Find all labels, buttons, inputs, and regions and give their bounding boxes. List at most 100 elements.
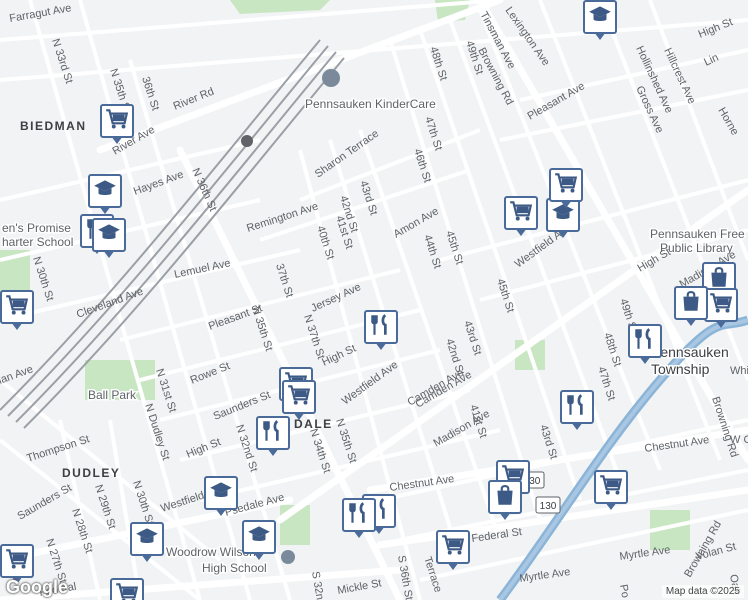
marker-pointer	[99, 206, 111, 214]
restaurant-icon	[368, 312, 394, 343]
map-marker-shopping-bag[interactable]	[674, 286, 712, 328]
svg-text:40th St: 40th St	[314, 224, 336, 261]
marker-box[interactable]	[504, 196, 538, 230]
marker-pointer	[103, 250, 115, 258]
map-marker-education[interactable]	[88, 174, 126, 216]
svg-text:Remington Ave: Remington Ave	[245, 200, 319, 234]
map-attribution[interactable]: Map data ©2025	[661, 585, 744, 598]
marker-box[interactable]	[0, 290, 34, 324]
marker-pointer	[499, 512, 511, 520]
poi-label: Public Library	[660, 241, 733, 255]
marker-box[interactable]	[628, 324, 662, 358]
marker-box[interactable]	[282, 380, 316, 414]
marker-pointer	[215, 508, 227, 516]
map-marker-education[interactable]	[242, 520, 280, 562]
marker-box[interactable]	[0, 544, 34, 578]
svg-text:Myrtle Ave: Myrtle Ave	[619, 544, 671, 563]
marker-box[interactable]	[436, 530, 470, 564]
svg-text:Farragut Ave: Farragut Ave	[8, 2, 72, 25]
svg-text:W C: W C	[730, 434, 748, 446]
marker-pointer	[560, 200, 572, 208]
svg-text:Mickle St: Mickle St	[336, 577, 382, 597]
area-label: BIEDMAN	[20, 119, 87, 133]
marker-box[interactable]	[594, 470, 628, 504]
grocery-cart-icon	[4, 546, 30, 577]
map-marker-grocery-cart[interactable]	[110, 578, 148, 600]
marker-pointer	[111, 136, 123, 144]
svg-text:47th St: 47th St	[422, 115, 444, 152]
svg-text:N 29th St: N 29th St	[92, 483, 118, 530]
marker-box[interactable]	[130, 522, 164, 556]
map-marker-education[interactable]	[92, 218, 130, 260]
map-marker-grocery-cart[interactable]	[0, 290, 38, 332]
marker-pointer	[267, 448, 279, 456]
map-marker-restaurant[interactable]	[342, 498, 380, 540]
map-marker-restaurant[interactable]	[364, 310, 402, 352]
svg-text:N 35th St: N 35th St	[333, 417, 359, 464]
svg-text:37th St: 37th St	[273, 262, 295, 299]
marker-pointer	[253, 552, 265, 560]
marker-pointer	[447, 562, 459, 570]
map-marker-shopping-bag[interactable]	[488, 480, 526, 522]
map-marker-grocery-cart[interactable]	[282, 380, 320, 422]
map-marker-education[interactable]	[130, 522, 168, 564]
svg-text:Hayes Ave: Hayes Ave	[132, 169, 185, 198]
svg-text:Po: Po	[617, 583, 631, 598]
marker-pointer	[715, 320, 727, 328]
marker-box[interactable]	[488, 480, 522, 514]
education-icon	[587, 2, 613, 33]
marker-box[interactable]	[88, 174, 122, 208]
marker-box[interactable]	[100, 104, 134, 138]
education-icon	[96, 220, 122, 251]
restaurant-icon	[260, 418, 286, 449]
map-marker-grocery-cart[interactable]	[594, 470, 632, 512]
marker-box[interactable]	[204, 476, 238, 510]
marker-box[interactable]	[110, 578, 144, 600]
svg-text:Whi: Whi	[730, 365, 748, 377]
restaurant-icon	[564, 392, 590, 423]
map-marker-grocery-cart[interactable]	[100, 104, 138, 146]
svg-text:44th St: 44th St	[421, 233, 443, 270]
route-shield: 130	[535, 496, 561, 514]
svg-text:Lin: Lin	[702, 52, 720, 69]
marker-pointer	[571, 422, 583, 430]
area-label: DUDLEY	[62, 466, 120, 480]
education-icon	[246, 522, 272, 553]
marker-box[interactable]	[342, 498, 376, 532]
map-marker-education[interactable]	[204, 476, 242, 518]
grocery-cart-icon	[4, 292, 30, 323]
map-marker-education[interactable]	[583, 0, 621, 42]
map-marker-grocery-cart[interactable]	[549, 168, 587, 210]
marker-box[interactable]	[560, 390, 594, 424]
marker-box[interactable]	[583, 0, 617, 34]
grocery-cart-icon	[508, 198, 534, 229]
marker-pointer	[353, 530, 365, 538]
map-marker-restaurant[interactable]	[256, 416, 294, 458]
marker-pointer	[293, 412, 305, 420]
map-canvas[interactable]: 130 130 BIEDMAN DUDLEY DALE Pennsauken K…	[0, 0, 748, 600]
marker-pointer	[594, 32, 606, 40]
map-marker-grocery-cart[interactable]	[504, 196, 542, 238]
svg-text:45th St: 45th St	[443, 229, 465, 266]
grocery-cart-icon	[440, 532, 466, 563]
marker-box[interactable]	[92, 218, 126, 252]
marker-pointer	[141, 554, 153, 562]
map-marker-restaurant[interactable]	[628, 324, 666, 366]
svg-text:Saunders St: Saunders St	[16, 482, 74, 523]
education-icon	[208, 478, 234, 509]
marker-pointer	[515, 228, 527, 236]
svg-text:47th St: 47th St	[595, 365, 617, 402]
marker-box[interactable]	[549, 168, 583, 202]
poi-dot-icon	[281, 550, 295, 564]
grocery-cart-icon	[104, 106, 130, 137]
grocery-cart-icon	[286, 382, 312, 413]
restaurant-icon	[346, 500, 372, 531]
map-marker-grocery-cart[interactable]	[436, 530, 474, 572]
svg-text:High St: High St	[636, 246, 673, 274]
marker-box[interactable]	[674, 286, 708, 320]
map-marker-restaurant[interactable]	[560, 390, 598, 432]
google-logo: Google	[6, 577, 68, 597]
marker-box[interactable]	[242, 520, 276, 554]
marker-box[interactable]	[364, 310, 398, 344]
svg-text:High St: High St	[697, 16, 735, 41]
